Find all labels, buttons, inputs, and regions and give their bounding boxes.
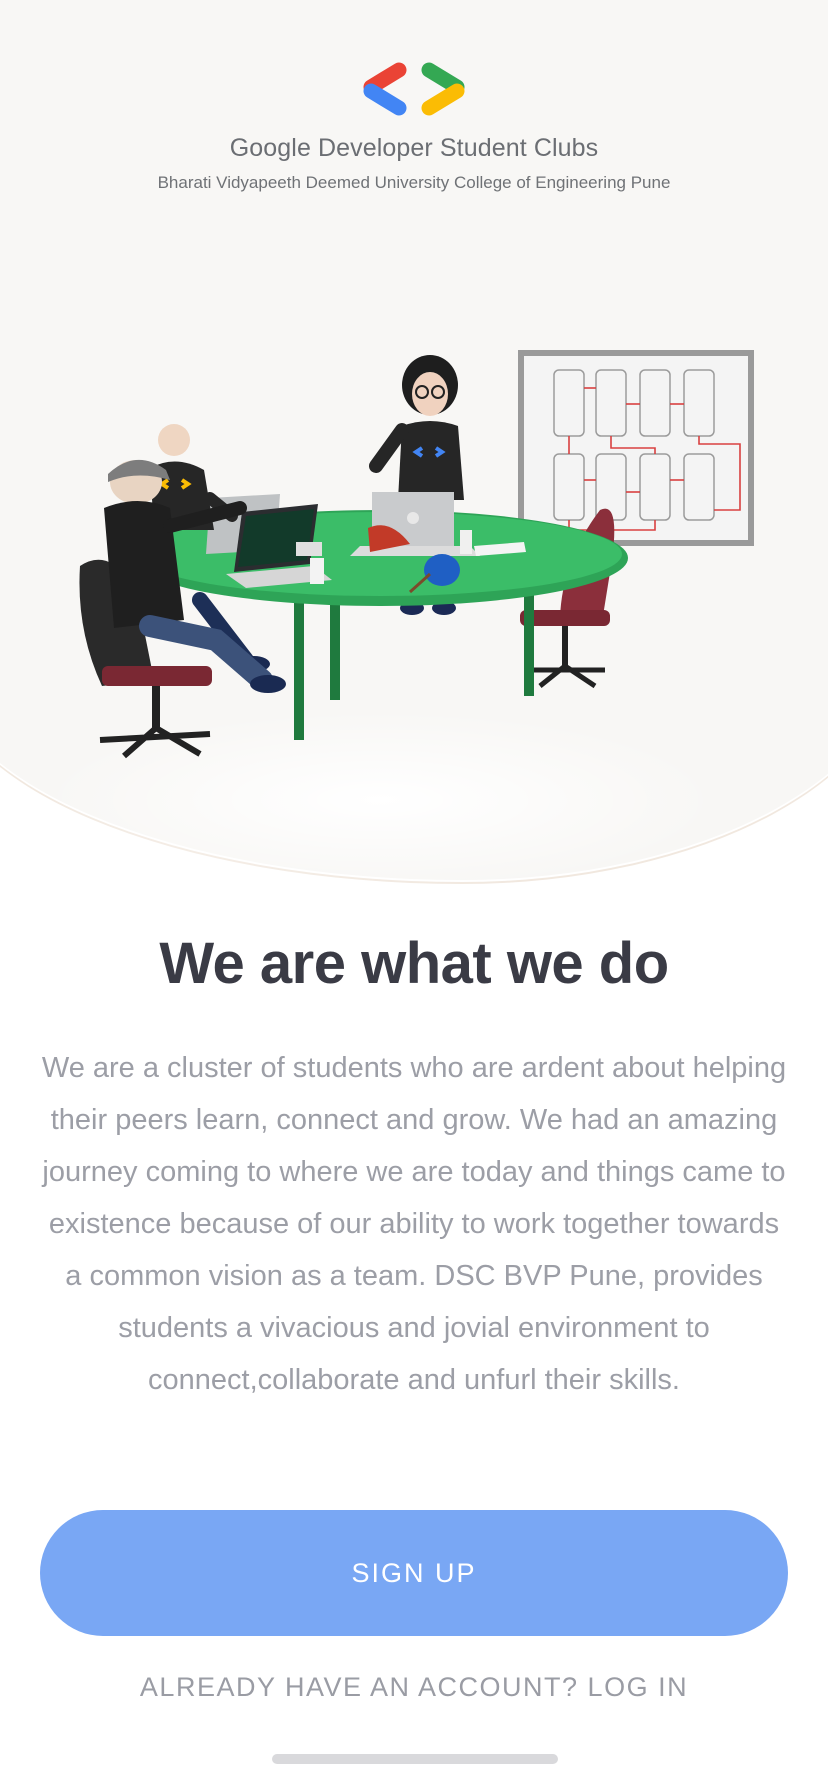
about-description: We are a cluster of students who are ard… (41, 1052, 787, 1396)
team-meeting-illustration-icon (50, 350, 754, 890)
brand-subtitle: Bharati Vidyapeeth Deemed University Col… (157, 173, 671, 192)
signup-button[interactable]: SIGN UP (40, 1510, 788, 1636)
brand-title: Google Developer Student Clubs (229, 134, 599, 162)
login-link[interactable]: ALREADY HAVE AN ACCOUNT? LOG IN (0, 1672, 828, 1703)
page-title: We are what we do (159, 931, 669, 996)
onboarding-screen: Google Developer Student Clubs Bharati V… (0, 0, 828, 1792)
home-indicator[interactable] (272, 1754, 558, 1764)
gdsc-logo-icon (363, 62, 465, 116)
brand-header: Google Developer Student Clubs Bharati V… (0, 60, 828, 193)
whiteboard (518, 350, 754, 546)
